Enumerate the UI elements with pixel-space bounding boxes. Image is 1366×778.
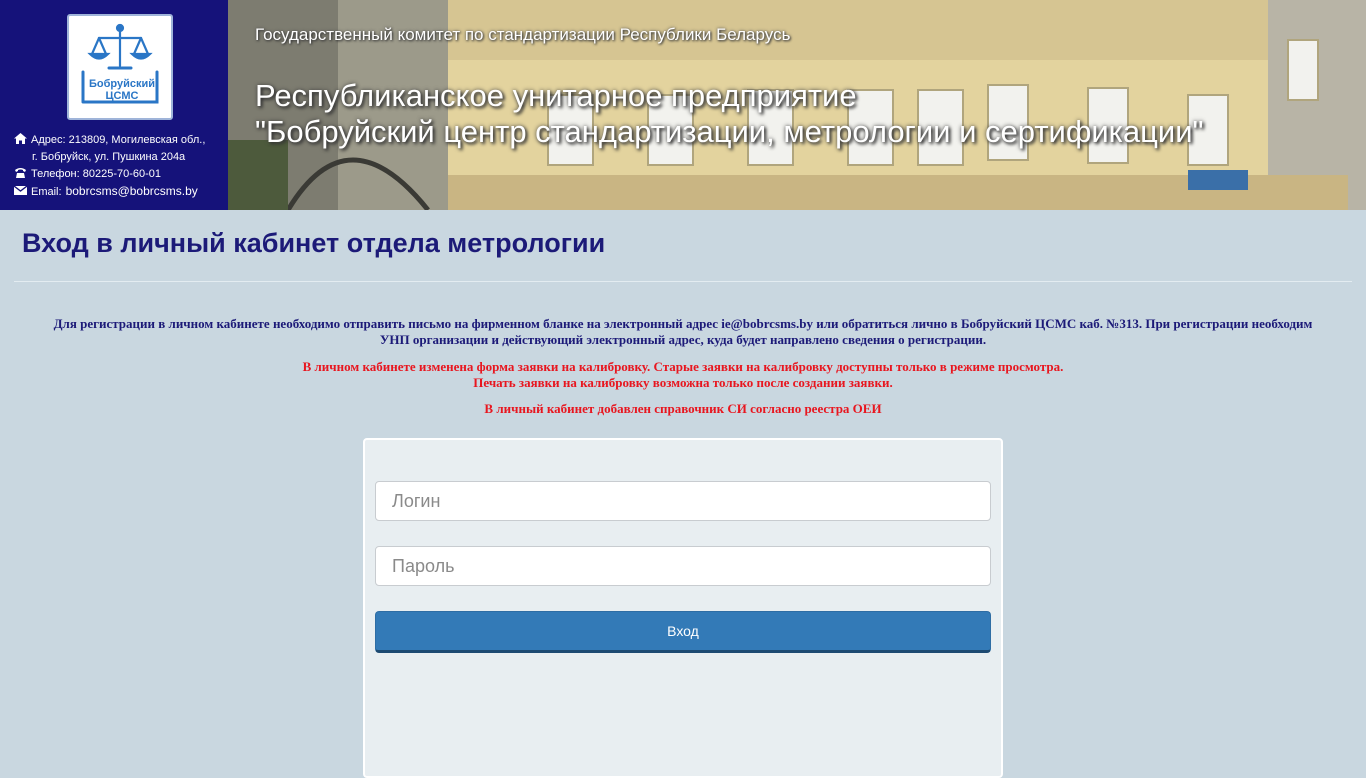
gov-committee-name: Государственный комитет по стандартизаци… — [255, 25, 791, 44]
notice-directory: В личный кабинет добавлен справочник СИ … — [484, 401, 882, 416]
email-label: Email: — [31, 186, 62, 198]
phone-icon — [14, 167, 27, 178]
email: Email: bobrcsms@bobrcsms.by — [14, 183, 198, 201]
registration-info: Для регистрации в личном кабинете необхо… — [53, 316, 1313, 347]
address-line-2: г. Бобруйск, ул. Пушкина 204а — [32, 151, 186, 163]
phone-number: Телефон: 80225-70-60-01 — [31, 168, 162, 180]
login-input[interactable] — [375, 481, 991, 521]
org-name: "Бобруйский центр стандартизации, метрол… — [255, 114, 1204, 149]
home-icon — [14, 133, 27, 144]
contact-sidebar: Бобруйский ЦСМС Адрес: 213809, Могилевск… — [0, 0, 228, 210]
header-banner: Государственный комитет по стандартизаци… — [228, 0, 1366, 210]
notice-block: В личном кабинете изменена форма заявки … — [40, 359, 1326, 391]
login-button[interactable]: Вход — [375, 611, 991, 653]
notice-form-changed: В личном кабинете изменена форма заявки … — [302, 359, 1064, 374]
scales-icon — [81, 23, 159, 104]
address-line-1: Адрес: 213809, Могилевская обл., — [31, 134, 206, 146]
org-type: Республиканское унитарное предприятие — [255, 78, 857, 113]
password-input[interactable] — [375, 546, 991, 586]
page-title: Вход в личный кабинет отдела метрологии — [22, 228, 606, 258]
email-link[interactable]: bobrcsms@bobrcsms.by — [66, 184, 198, 198]
login-card: Вход — [363, 438, 1003, 778]
logo-text: Бобруйский ЦСМС — [88, 78, 156, 102]
envelope-icon — [14, 185, 27, 196]
divider — [14, 281, 1352, 282]
phone: Телефон: 80225-70-60-01 — [14, 166, 161, 183]
site-logo[interactable]: Бобруйский ЦСМС — [67, 14, 173, 120]
site-header: Бобруйский ЦСМС Адрес: 213809, Могилевск… — [0, 0, 1366, 210]
address: Адрес: 213809, Могилевская обл., г. Бобр… — [14, 132, 224, 166]
notice-print: Печать заявки на калибровку возможна тол… — [473, 375, 893, 390]
